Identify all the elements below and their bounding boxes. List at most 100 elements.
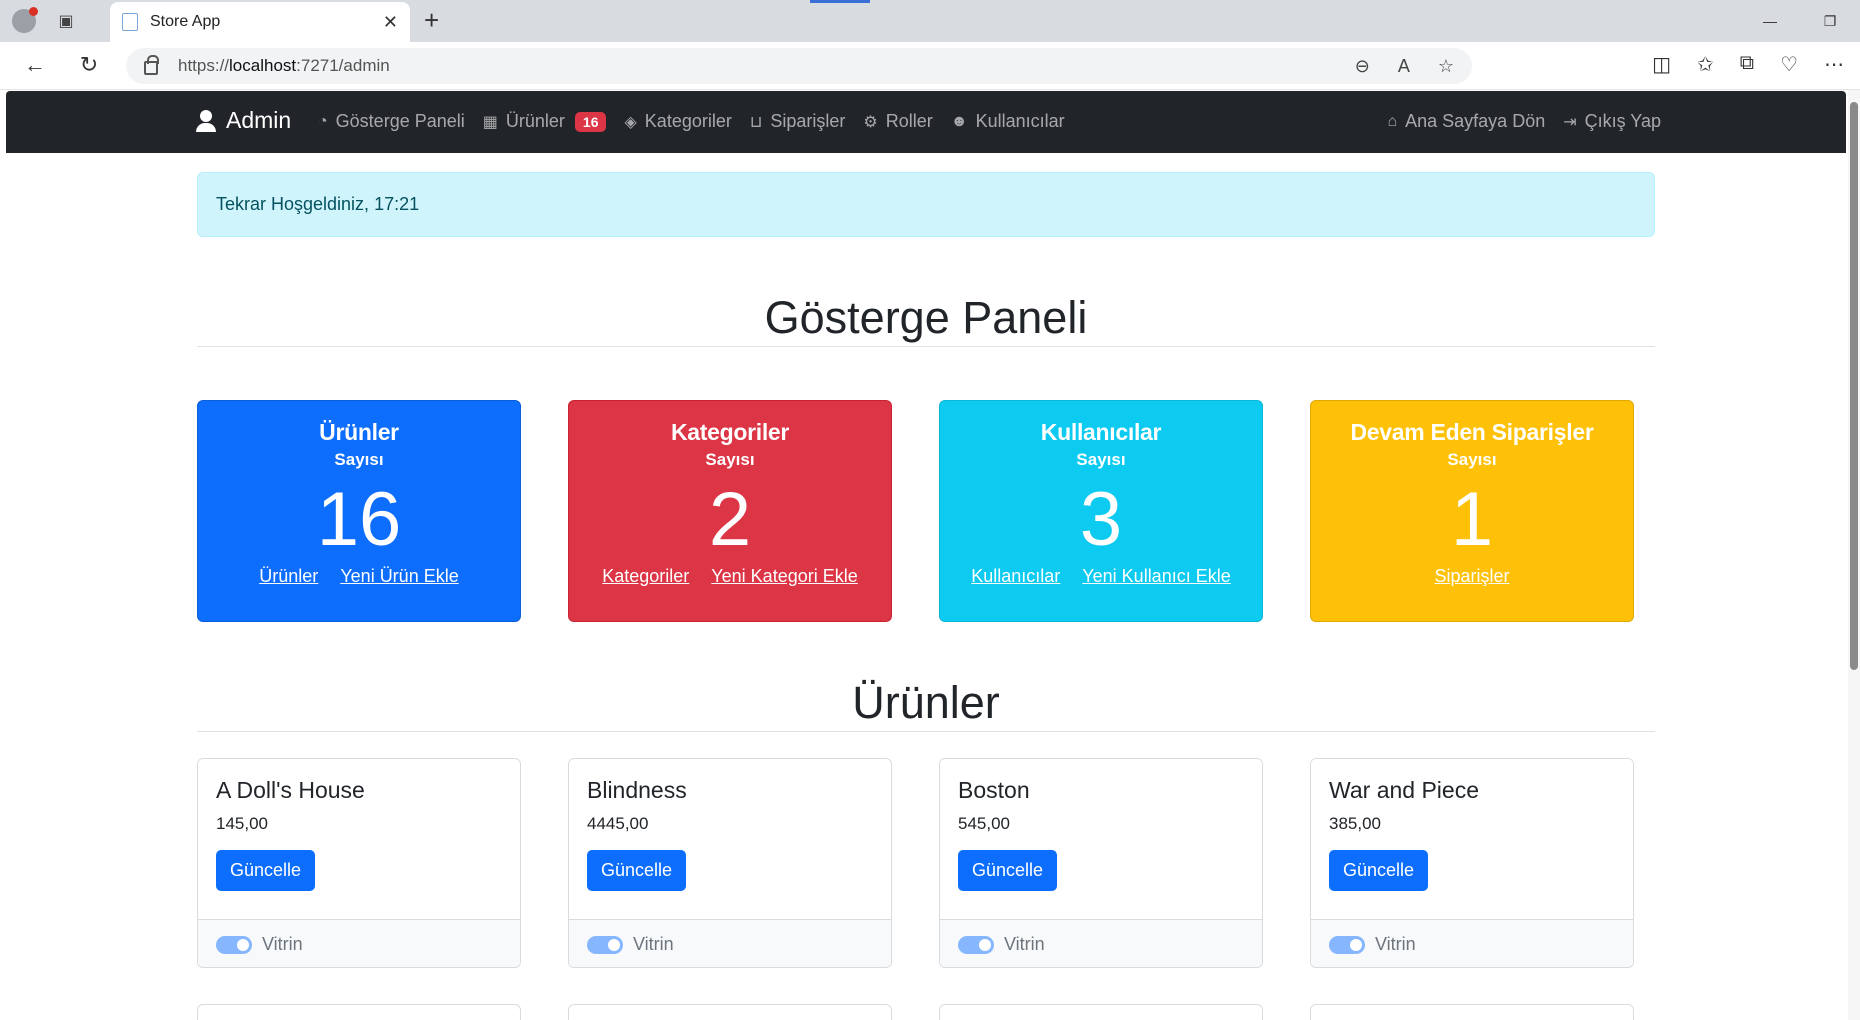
stat-card-subtitle: Sayısı [705, 450, 755, 469]
stat-card-title: Kullanıcılar [1040, 419, 1162, 445]
collections-icon[interactable]: ⧉ [1740, 52, 1754, 77]
product-card-partial [568, 1004, 892, 1020]
add-product-link[interactable]: Yeni Ürün Ekle [340, 566, 458, 587]
stat-card-products: Ürünler Sayısı 16 Ürünler Yeni Ürün Ekle [197, 400, 521, 622]
product-name: War and Piece [1329, 777, 1479, 803]
favorite-star-icon[interactable]: ☆ [1438, 56, 1454, 77]
scrollbar-thumb[interactable] [1850, 102, 1858, 670]
url-text: https://localhost:7271/admin [178, 56, 390, 75]
nav-link-label: Roller [885, 111, 933, 131]
basket-icon: ⊔ [749, 113, 763, 131]
nav-link-orders[interactable]: ⊔ Siparişler [750, 111, 846, 132]
tab-indicator [810, 0, 870, 3]
nav-link-label: Kategoriler [644, 111, 732, 131]
product-card: A Doll's House 145,00 Güncelle Vitrin [197, 758, 521, 968]
url-field[interactable]: https://localhost:7271/admin ⊖ A ☆ [126, 48, 1472, 84]
favorites-icon[interactable]: ✩ [1697, 52, 1714, 77]
showcase-toggle[interactable] [587, 935, 623, 954]
showcase-toggle[interactable] [1329, 935, 1365, 954]
navbar-brand[interactable]: Admin [196, 107, 291, 134]
update-product-button[interactable]: Güncelle [958, 850, 1058, 891]
stat-card-count: 1 [1450, 477, 1494, 562]
orders-link[interactable]: Siparişler [1434, 566, 1509, 587]
nav-link-products[interactable]: ▦ Ürünler 16 [483, 111, 607, 132]
stat-card-count: 2 [708, 477, 752, 562]
tab-title: Store App [150, 13, 221, 30]
brand-label: Admin [226, 107, 292, 133]
new-tab-icon[interactable]: + [424, 6, 439, 34]
product-card: War and Piece 385,00 Güncelle Vitrin [1310, 758, 1634, 968]
nav-link-home[interactable]: ⌂ Ana Sayfaya Dön [1387, 111, 1545, 132]
profile-icon[interactable] [12, 7, 38, 33]
product-card-partial [197, 1004, 521, 1020]
product-price: 385,00 [1329, 814, 1381, 833]
stat-card-title: Ürünler [319, 419, 399, 445]
stat-card-count: 16 [316, 477, 402, 562]
product-card-partial [1310, 1004, 1634, 1020]
nav-link-label: Çıkış Yap [1584, 111, 1661, 131]
stat-card-count: 3 [1079, 477, 1123, 562]
showcase-toggle[interactable] [216, 935, 252, 954]
categories-link[interactable]: Kategoriler [602, 566, 689, 587]
nav-link-label: Ürünler [505, 111, 565, 131]
welcome-alert: Tekrar Hoşgeldiniz, 17:21 [197, 172, 1655, 237]
showcase-toggle[interactable] [958, 935, 994, 954]
product-card: Boston 545,00 Güncelle Vitrin [939, 758, 1263, 968]
showcase-toggle-label: Vitrin [1375, 934, 1416, 954]
more-menu-icon[interactable]: ⋯ [1824, 52, 1844, 77]
stat-card-subtitle: Sayısı [1076, 450, 1126, 469]
dashboard-icon: ◔ [318, 112, 328, 130]
logout-icon: ⇥ [1563, 113, 1577, 131]
nav-link-label: Gösterge Paneli [335, 111, 465, 131]
browser-tab-strip: ▣ Store App ✕ + — ❐ [0, 0, 1860, 42]
add-user-link[interactable]: Yeni Kullanıcı Ekle [1082, 566, 1230, 587]
nav-link-logout[interactable]: ⇥ Çıkış Yap [1563, 111, 1661, 132]
products-link[interactable]: Ürünler [259, 566, 318, 587]
product-price: 4445,00 [587, 814, 649, 833]
back-arrow-icon[interactable]: ← [20, 52, 50, 78]
tags-icon: ◈ [624, 113, 637, 131]
split-screen-icon[interactable]: ◫ [1652, 52, 1671, 77]
product-name: A Doll's House [216, 777, 365, 803]
stat-card-categories: Kategoriler Sayısı 2 Kategoriler Yeni Ka… [568, 400, 892, 622]
browser-essentials-icon[interactable]: ♡ [1780, 52, 1798, 77]
minimize-icon[interactable]: — [1740, 0, 1800, 42]
users-link[interactable]: Kullanıcılar [971, 566, 1060, 587]
close-tab-icon[interactable]: ✕ [383, 12, 398, 33]
stat-card-subtitle: Sayısı [1447, 450, 1497, 469]
page-favicon-icon [122, 13, 138, 31]
showcase-toggle-label: Vitrin [1004, 934, 1045, 954]
users-icon: ☻ [950, 112, 968, 130]
stat-card-subtitle: Sayısı [334, 450, 384, 469]
update-product-button[interactable]: Güncelle [1329, 850, 1429, 891]
address-bar-row: ← ↻ https://localhost:7271/admin ⊖ A ☆ ◫… [0, 42, 1860, 90]
zoom-out-icon[interactable]: ⊖ [1355, 56, 1370, 77]
stat-card-title: Devam Eden Siparişler [1350, 419, 1594, 445]
nav-link-label: Siparişler [770, 111, 846, 131]
browser-tab[interactable]: Store App ✕ [110, 2, 410, 42]
product-count-badge: 16 [574, 111, 607, 132]
page-scrollbar[interactable] [1848, 90, 1860, 1020]
nav-link-roles[interactable]: ⚙ Roller [863, 111, 932, 132]
update-product-button[interactable]: Güncelle [216, 850, 316, 891]
update-product-button[interactable]: Güncelle [587, 850, 687, 891]
nav-link-categories[interactable]: ◈ Kategoriler [624, 111, 731, 132]
refresh-icon[interactable]: ↻ [74, 52, 104, 78]
home-icon: ⌂ [1387, 112, 1398, 130]
showcase-toggle-label: Vitrin [262, 934, 303, 954]
product-price: 545,00 [958, 814, 1010, 833]
nav-link-dashboard[interactable]: ◔ Gösterge Paneli [318, 111, 465, 132]
lock-icon [144, 55, 159, 75]
products-title: Ürünler [197, 677, 1655, 732]
nav-link-users[interactable]: ☻ Kullanıcılar [951, 111, 1065, 132]
product-card-partial [939, 1004, 1263, 1020]
nav-link-label: Kullanıcılar [975, 111, 1065, 131]
product-name: Boston [958, 777, 1030, 803]
dashboard-title: Gösterge Paneli [197, 292, 1655, 347]
stat-card-orders: Devam Eden Siparişler Sayısı 1 Siparişle… [1310, 400, 1634, 622]
stat-card-title: Kategoriler [670, 419, 790, 445]
restore-icon[interactable]: ❐ [1800, 0, 1860, 42]
read-aloud-icon[interactable]: A [1398, 56, 1410, 77]
add-category-link[interactable]: Yeni Kategori Ekle [711, 566, 857, 587]
tab-actions-icon[interactable]: ▣ [54, 9, 78, 33]
